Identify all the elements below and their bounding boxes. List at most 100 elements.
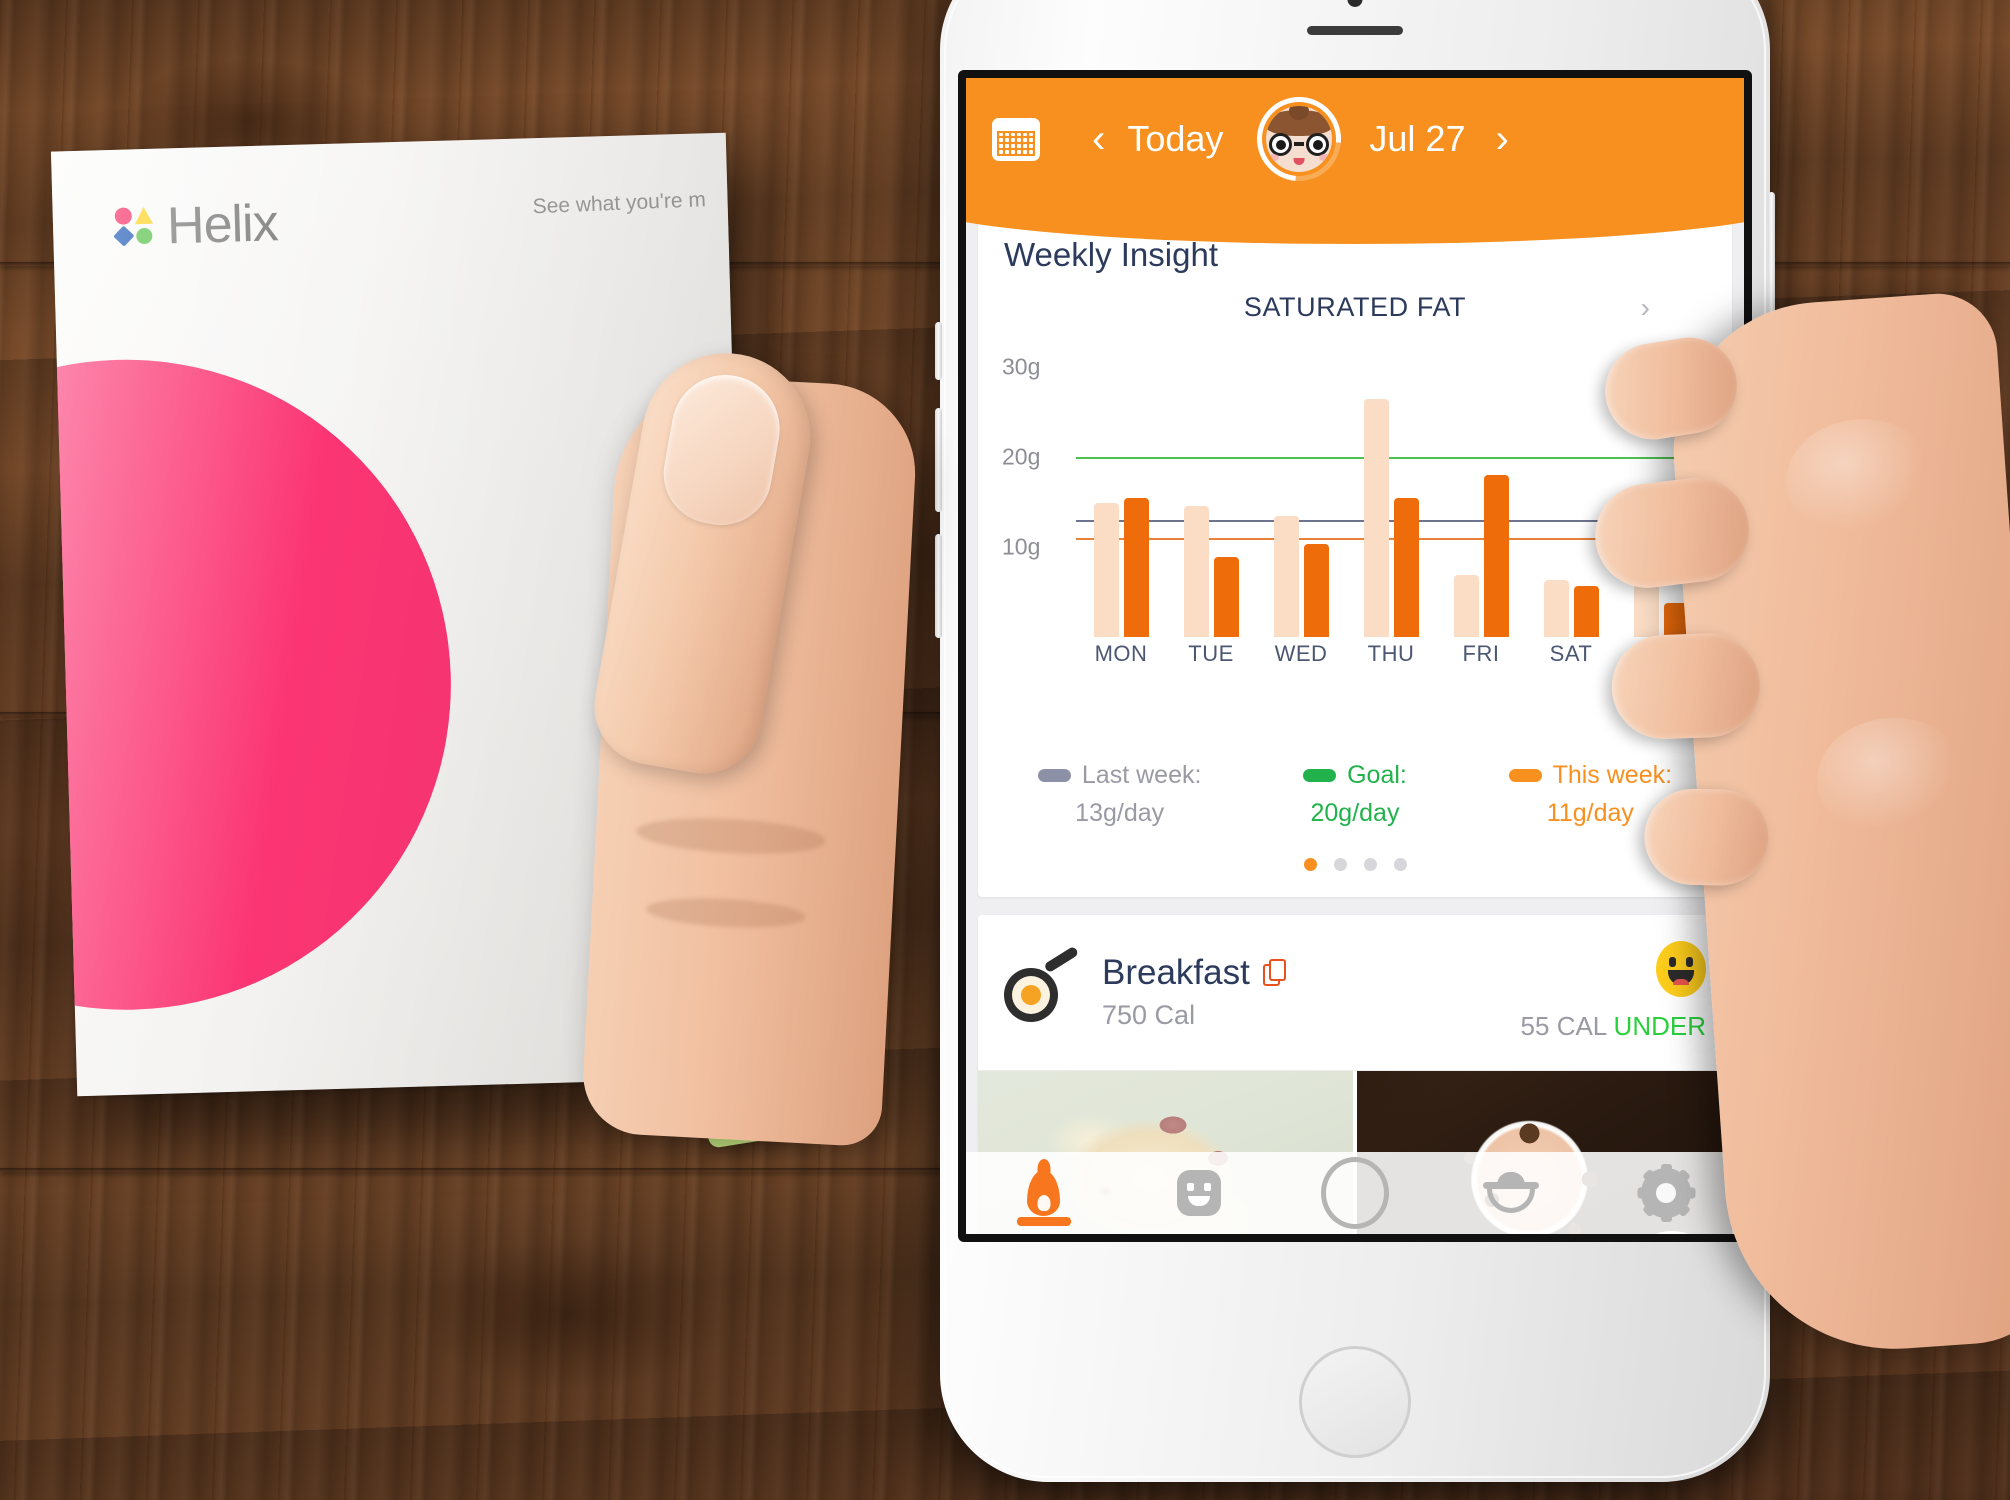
- chart-bar: [1393, 498, 1419, 637]
- brochure-tagline: See what you're m: [531, 188, 707, 219]
- phone-device: ‹ Today Jul 27 › Weekly Insight SATURATE…: [935, 0, 1775, 1482]
- legend-label-last-week: Last week:: [1081, 761, 1202, 789]
- home-button[interactable]: [1299, 1346, 1411, 1458]
- frying-pan-egg-icon: [1004, 945, 1080, 1022]
- chart-day-group[interactable]: [1256, 349, 1346, 637]
- pager-dot[interactable]: [1393, 858, 1407, 871]
- next-day-button[interactable]: ›: [1495, 119, 1508, 159]
- gear-icon: [1637, 1164, 1696, 1222]
- brochure-pink-circle: [50, 350, 460, 1019]
- chart-bar: [1363, 399, 1389, 637]
- chart-bar: [1453, 574, 1479, 637]
- tab-diary[interactable]: [966, 1152, 1122, 1234]
- legend-value-this-week: 11g/day: [1546, 799, 1634, 827]
- logo-green-circle-icon: [136, 227, 153, 245]
- copy-icon[interactable]: [1262, 958, 1286, 987]
- phone-screen: ‹ Today Jul 27 › Weekly Insight SATURATE…: [958, 70, 1752, 1242]
- earpiece-speaker: [1307, 26, 1403, 35]
- legend-swatch-this-week: [1508, 769, 1542, 782]
- avatar-mouth: [1293, 158, 1305, 165]
- avatar-face-icon: [1266, 106, 1333, 172]
- chart-y-axis: 10g 20g 30g: [1002, 349, 1068, 637]
- phone-volume-up-button[interactable]: [935, 408, 942, 512]
- chart-day-group[interactable]: [1076, 349, 1166, 637]
- meal-title: Breakfast: [1102, 952, 1250, 992]
- legend-item-last-week: Last week: 13g/day: [1002, 761, 1237, 828]
- y-axis-tick-label: 30g: [1002, 353, 1041, 380]
- avatar[interactable]: [1240, 79, 1359, 199]
- x-axis-day-label[interactable]: FRI: [1436, 641, 1526, 681]
- x-axis-day-label[interactable]: SUN: [1616, 641, 1706, 681]
- phone-power-button[interactable]: [1768, 192, 1775, 344]
- calendar-icon[interactable]: [992, 117, 1040, 161]
- screenshot-scene: Helix See what you're m ‹ Today Jul 27 ›…: [0, 0, 2010, 1500]
- phone-mute-switch[interactable]: [935, 322, 942, 380]
- wood-knot: [1820, 900, 2010, 1040]
- chart-day-group[interactable]: [1616, 349, 1706, 637]
- chart-title: SATURATED FAT: [1243, 292, 1467, 322]
- weekly-insight-card: Weekly Insight SATURATED FAT › 10g 20g 30g: [978, 214, 1732, 897]
- legend-label-this-week: This week:: [1552, 761, 1673, 789]
- x-axis-day-label[interactable]: SAT: [1526, 641, 1616, 681]
- chart-bar: [1123, 497, 1149, 637]
- chart-bar: [1663, 602, 1689, 637]
- chevron-right-icon[interactable]: ›: [1641, 294, 1650, 322]
- chart-bar: [1483, 475, 1509, 637]
- chart-bar: [1093, 502, 1119, 637]
- chart-legend: Last week: 13g/day Goal: 20g/day This we…: [1002, 761, 1708, 832]
- chart-x-axis: MON TUE WED THU FRI SAT SUN: [1076, 641, 1706, 681]
- smiley-icon: [1177, 1170, 1222, 1216]
- phone-volume-down-button[interactable]: [935, 534, 942, 638]
- calendar-icon-header: [992, 117, 1040, 129]
- chart-day-group[interactable]: [1166, 349, 1256, 637]
- chart-plot-area: [1076, 349, 1706, 637]
- tab-settings[interactable]: [1588, 1152, 1744, 1234]
- avatar-glasses-left: [1269, 133, 1293, 156]
- calendar-icon-grid: [997, 130, 1035, 156]
- legend-value-goal: 20g/day: [1310, 799, 1400, 827]
- helix-wordmark: Helix: [166, 194, 279, 256]
- breakfast-text-block: Breakfast 750 Cal: [1102, 953, 1521, 1031]
- chart-bar: [1633, 547, 1659, 637]
- avatar-glasses-bridge: [1294, 142, 1305, 146]
- app-navbar: ‹ Today Jul 27 ›: [966, 78, 1744, 244]
- x-axis-day-label[interactable]: TUE: [1166, 641, 1256, 681]
- bowl-icon: [1482, 1172, 1539, 1214]
- today-label[interactable]: Today: [1127, 118, 1223, 160]
- green-object-peek: [691, 1011, 829, 1149]
- legend-item-goal: Goal: 20g/day: [1237, 761, 1472, 828]
- wood-knot: [420, 1240, 720, 1390]
- y-axis-tick-label: 10g: [1002, 533, 1041, 560]
- carousel-pager[interactable]: [978, 832, 1732, 897]
- helix-logo-mark-icon: [113, 205, 157, 250]
- helix-logo: Helix: [113, 193, 279, 258]
- chart-day-group[interactable]: [1436, 349, 1526, 637]
- screen-content[interactable]: Weekly Insight SATURATED FAT › 10g 20g 30g: [966, 200, 1744, 1234]
- calorie-delta-badge: 55 CAL UNDER: [1521, 1011, 1706, 1042]
- x-axis-day-label[interactable]: MON: [1076, 641, 1166, 681]
- x-axis-day-label[interactable]: THU: [1346, 641, 1436, 681]
- pager-dot[interactable]: [1363, 858, 1377, 871]
- helix-brochure: Helix See what you're m: [50, 132, 753, 1097]
- chart-bar: [1273, 516, 1299, 637]
- tab-progress[interactable]: [1277, 1152, 1433, 1234]
- pager-dot[interactable]: [1333, 858, 1347, 871]
- x-axis-day-label[interactable]: WED: [1256, 641, 1346, 681]
- y-axis-tick-label: 20g: [1002, 443, 1041, 470]
- legend-swatch-goal: [1303, 769, 1337, 782]
- front-camera: [1347, 0, 1363, 7]
- chart-bar: [1543, 580, 1569, 637]
- previous-day-button[interactable]: ‹: [1092, 119, 1105, 159]
- logo-yellow-triangle-icon: [134, 206, 153, 225]
- tab-meals[interactable]: [1433, 1152, 1589, 1234]
- chart-header[interactable]: SATURATED FAT ›: [978, 292, 1732, 323]
- pager-dot[interactable]: [1303, 858, 1317, 871]
- chart-bar: [1213, 556, 1239, 637]
- chart-day-group[interactable]: [1346, 349, 1436, 637]
- tab-mood[interactable]: [1122, 1152, 1278, 1234]
- logo-pink-circle-icon: [114, 207, 133, 225]
- calorie-delta-value: 55 CAL: [1520, 1011, 1607, 1041]
- breakfast-header[interactable]: Breakfast 750 Cal 55 CAL UNDER: [978, 915, 1732, 1071]
- avatar-cheek-left: [1268, 154, 1280, 161]
- chart-day-group[interactable]: [1526, 349, 1616, 637]
